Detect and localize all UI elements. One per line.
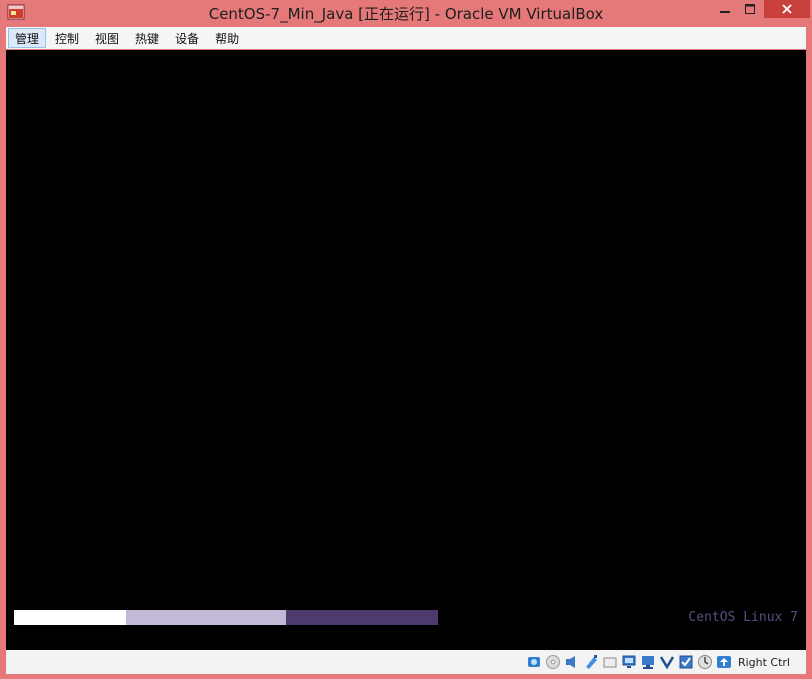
menu-bar: 管理 控制 视图 热键 设备 帮助 [6, 27, 806, 49]
host-key-label[interactable]: Right Ctrl [738, 656, 790, 669]
menu-machine-control[interactable]: 控制 [48, 28, 86, 48]
boot-progress-segment [286, 610, 438, 625]
mouse-integration-icon[interactable] [697, 654, 713, 670]
hard-disk-icon[interactable] [526, 654, 542, 670]
minimize-icon [720, 11, 730, 13]
close-icon [782, 4, 792, 14]
boot-progress-bar [14, 610, 438, 625]
display-icon[interactable] [621, 654, 637, 670]
network-icon[interactable] [640, 654, 656, 670]
menu-devices[interactable]: 设备 [168, 28, 206, 48]
virtualbox-window: CentOS-7_Min_Java [正在运行] - Oracle VM Vir… [0, 0, 812, 679]
video-capture-icon[interactable] [659, 654, 675, 670]
vm-display[interactable]: CentOS Linux 7 [6, 50, 806, 650]
status-bar: Right Ctrl [6, 650, 806, 674]
menu-view[interactable]: 视图 [88, 28, 126, 48]
maximize-icon [745, 4, 755, 14]
minimize-button[interactable] [712, 0, 738, 18]
maximize-button[interactable] [738, 0, 762, 18]
window-title: CentOS-7_Min_Java [正在运行] - Oracle VM Vir… [208, 5, 604, 23]
boot-progress-segment [14, 610, 126, 625]
distro-label: CentOS Linux 7 [688, 610, 798, 625]
optical-drive-icon[interactable] [545, 654, 561, 670]
keyboard-capture-icon[interactable] [716, 654, 732, 670]
menu-help[interactable]: 帮助 [208, 28, 246, 48]
audio-icon[interactable] [564, 654, 580, 670]
close-button[interactable] [764, 0, 810, 18]
menu-hotkeys[interactable]: 热键 [128, 28, 166, 48]
virtualization-icon[interactable] [678, 654, 694, 670]
usb-icon[interactable] [583, 654, 599, 670]
title-bar[interactable]: CentOS-7_Min_Java [正在运行] - Oracle VM Vir… [0, 0, 812, 26]
boot-progress-segment [126, 610, 286, 625]
menu-machine[interactable]: 管理 [8, 28, 47, 48]
shared-folders-icon[interactable] [602, 654, 618, 670]
